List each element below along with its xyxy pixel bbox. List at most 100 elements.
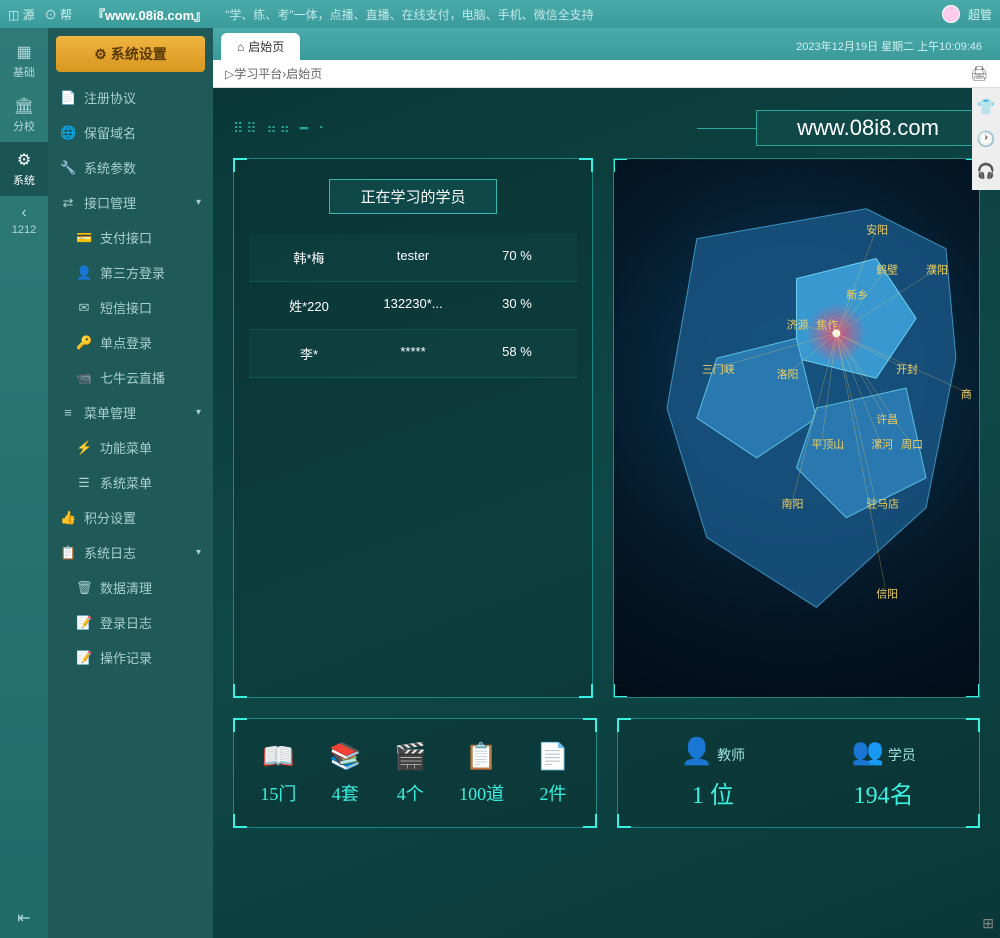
print-icon[interactable]: 🖨 — [970, 65, 988, 82]
datetime: 2023年12月19日 星期二 上午10:09:46 — [796, 38, 992, 60]
sb-icon: 👍 — [60, 510, 76, 526]
chevron-down-icon: ▾ — [196, 197, 201, 208]
building-icon: 🏛 — [4, 96, 44, 116]
content: ⌂启始页 2023年12月19日 星期二 上午10:09:46 ▷ 学习平台 ›… — [213, 28, 1000, 938]
sidebar-label: 操作记录 — [100, 648, 152, 667]
table-row: 姓*220132230*...30 % — [249, 282, 577, 330]
map-city-label: 三门峡 — [702, 362, 735, 376]
tabs-row: ⌂启始页 2023年12月19日 星期二 上午10:09:46 — [213, 28, 1000, 60]
clock-icon[interactable]: 🕐 — [977, 130, 996, 148]
sidebar-label: 系统菜单 — [100, 473, 152, 492]
breadcrumb-page: 启始页 — [286, 65, 322, 82]
avatar[interactable] — [942, 5, 960, 23]
sb-icon: 🌐 — [60, 125, 76, 141]
sidebar-item[interactable]: ⇄接口管理▾ — [48, 185, 213, 220]
leftbar-basic[interactable]: ▦基础 — [0, 34, 48, 88]
map-svg[interactable]: 安阳鹤壁濮阳新乡济源焦作三门峡洛阳开封许昌平顶山漯河周口南阳驻马店信阳商 — [614, 159, 979, 697]
sb-icon: 🔑 — [76, 335, 92, 351]
student-progress: 70 % — [465, 248, 569, 267]
help-link[interactable]: ⊙ 帮 — [45, 6, 72, 23]
sidebar-item[interactable]: 👤第三方登录 — [48, 255, 213, 290]
student-account: ***** — [361, 344, 465, 363]
sb-icon: ☰ — [76, 475, 92, 491]
sidebar-item[interactable]: 📹七牛云直播 — [48, 360, 213, 395]
sidebar-label: 第三方登录 — [100, 263, 165, 282]
shirt-icon[interactable]: 👕 — [977, 98, 996, 116]
sb-icon: ⇄ — [60, 195, 76, 211]
tab-home[interactable]: ⌂启始页 — [221, 33, 300, 60]
leftbar-collapse[interactable]: ⇤ — [0, 900, 48, 938]
sb-icon: 📄 — [60, 90, 76, 106]
stat-icon: 👥学员 — [851, 736, 915, 767]
sidebar-item[interactable]: ✉短信接口 — [48, 290, 213, 325]
grid-icon: ▦ — [4, 42, 44, 62]
stat-item: 📄2件 — [537, 741, 569, 806]
sidebar-item[interactable]: ☰ 系统菜单 — [48, 465, 213, 500]
leftbar-system[interactable]: ⚙系统 — [0, 142, 48, 196]
sidebar-label: 数据清理 — [100, 578, 152, 597]
map-city-label: 漯河 — [871, 438, 893, 451]
stat-value: 4个 — [394, 780, 426, 806]
stat-value: 100道 — [459, 780, 504, 806]
stat-icon: 📄 — [537, 741, 569, 772]
stat-icon: 📚 — [329, 741, 361, 772]
map-city-label: 驻马店 — [866, 497, 899, 511]
username[interactable]: 超管 — [968, 6, 992, 23]
sidebar-item[interactable]: 🔑 单点登录 — [48, 325, 213, 360]
map-city-label: 安阳 — [866, 223, 888, 237]
stat-value: 4套 — [329, 780, 361, 806]
sidebar-item[interactable]: 🌐 保留域名 — [48, 115, 213, 150]
sidebar-label: 短信接口 — [100, 298, 152, 317]
sidebar-item[interactable]: 📋系统日志▾ — [48, 535, 213, 570]
right-toolbar: 👕 🕐 🎧 — [972, 88, 1000, 190]
map-city-label: 平顶山 — [811, 438, 844, 451]
leftbar-branch[interactable]: 🏛分校 — [0, 88, 48, 142]
sidebar-item[interactable]: ⚡功能菜单 — [48, 430, 213, 465]
sb-icon: ≡ — [60, 405, 76, 420]
sidebar-item[interactable]: 👍积分设置 — [48, 500, 213, 535]
stat-value: 194名 — [851, 775, 915, 810]
student-account: tester — [361, 248, 465, 267]
grid-icon[interactable]: ⊞ — [982, 915, 994, 932]
sb-icon: 📋 — [60, 545, 76, 561]
sidebar-item[interactable]: 📝登录日志 — [48, 605, 213, 640]
stat-value: 1 位 — [681, 775, 745, 810]
sb-icon: 💳 — [76, 230, 92, 246]
stat-item: 👤教师 1 位 — [681, 736, 745, 810]
stats-left-panel: 📖15门📚4套🎬4个📋100道📄2件 — [233, 718, 597, 828]
stat-icon: 📖 — [260, 741, 296, 772]
sidebar-item[interactable]: 🔧 系统参数 — [48, 150, 213, 185]
stat-icon: 👤教师 — [681, 736, 745, 767]
sidebar-label: 支付接口 — [100, 228, 152, 247]
chevron-down-icon: ▾ — [196, 407, 201, 418]
sb-icon: 📝 — [76, 650, 92, 666]
sb-icon: 📝 — [76, 615, 92, 631]
sb-icon: 🔧 — [60, 160, 76, 176]
sb-icon: ⚡ — [76, 440, 92, 456]
sidebar-header[interactable]: ⚙ 系统设置 — [56, 36, 205, 72]
sidebar-item[interactable]: 📄注册协议 — [48, 80, 213, 115]
sidebar: ⚙ 系统设置 📄注册协议 🌐 保留域名 🔧 系统参数 ⇄接口管理▾ 💳 支付接口 👤第三方登录✉… — [48, 28, 213, 938]
sidebar-item[interactable]: 🗑数据清理 — [48, 570, 213, 605]
leftbar: ▦基础 🏛分校 ⚙系统 ‹1212 ⇤ — [0, 28, 48, 938]
leftbar-history[interactable]: ‹1212 — [0, 196, 48, 244]
sidebar-label: 单点登录 — [100, 333, 152, 352]
source-link[interactable]: ◫ 源 — [8, 6, 35, 23]
chevron-down-icon: ▾ — [196, 547, 201, 558]
breadcrumb: ▷ 学习平台 › 启始页 🖨 — [213, 60, 1000, 88]
collapse-icon: ⇤ — [4, 908, 44, 928]
sidebar-label: 保留域名 — [84, 123, 136, 142]
stat-value: 15门 — [260, 780, 296, 806]
sidebar-item[interactable]: 💳 支付接口 — [48, 220, 213, 255]
sidebar-item[interactable]: 📝 操作记录 — [48, 640, 213, 675]
student-name: 李* — [257, 344, 361, 363]
dashboard: ⠿⠿ ⠶⠶ ━ ⠂ www.08i8.com 正在学习的学员 韩*梅tester… — [213, 88, 1000, 938]
stat-icon: 📋 — [459, 741, 504, 772]
student-account: 132230*... — [361, 296, 465, 315]
student-name: 姓*220 — [257, 296, 361, 315]
student-progress: 58 % — [465, 344, 569, 363]
headset-icon[interactable]: 🎧 — [977, 162, 996, 180]
sidebar-item[interactable]: ≡菜单管理▾ — [48, 395, 213, 430]
sidebar-label: 系统参数 — [84, 158, 136, 177]
breadcrumb-root[interactable]: 学习平台 — [234, 65, 282, 82]
